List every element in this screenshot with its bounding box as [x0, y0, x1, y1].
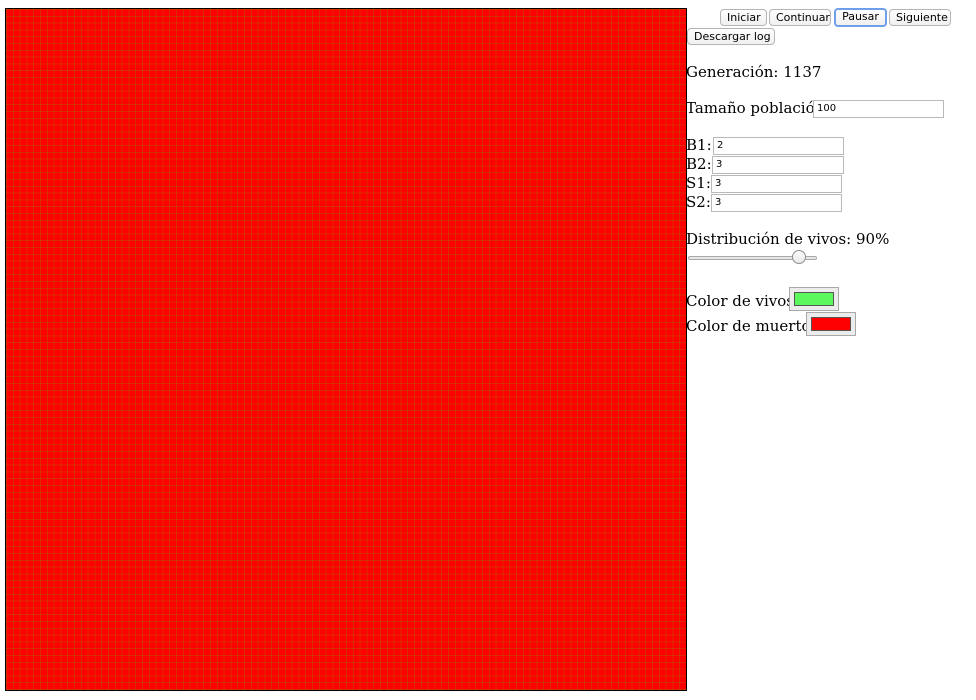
pause-button[interactable]: Pausar [834, 8, 887, 27]
distribution-slider-thumb[interactable] [791, 250, 806, 264]
dead-color-swatch [811, 317, 851, 331]
alive-color-picker[interactable] [789, 287, 839, 311]
start-button[interactable]: Iniciar [720, 9, 767, 26]
population-label: Tamaño población: [686, 99, 830, 117]
next-button[interactable]: Siguiente [889, 9, 951, 26]
s1-label: S1: [686, 174, 711, 192]
download-log-button[interactable]: Descargar log [687, 28, 775, 45]
alive-color-swatch [794, 292, 834, 306]
distribution-value: 90% [856, 230, 890, 248]
s2-input[interactable]: 3 [711, 194, 842, 212]
life-grid-canvas[interactable] [5, 8, 687, 691]
dead-color-label: Color de muertos: [686, 317, 824, 335]
distribution-label: Distribución de vivos: [686, 230, 852, 248]
generation-value: 1137 [783, 63, 822, 81]
alive-color-label: Color de vivos: [686, 292, 800, 310]
s2-label: S2: [686, 193, 711, 211]
s1-input[interactable]: 3 [711, 175, 842, 193]
b1-label: B1: [686, 136, 712, 154]
generation-counter: Generación: 1137 [686, 63, 821, 81]
population-size-input[interactable]: 100 [813, 100, 944, 118]
b2-input[interactable]: 3 [712, 156, 844, 174]
b2-label: B2: [686, 155, 712, 173]
distribution-readout: Distribución de vivos: 90% [686, 230, 889, 248]
continue-button[interactable]: Continuar [769, 9, 831, 26]
b1-input[interactable]: 2 [713, 137, 844, 155]
dead-color-picker[interactable] [806, 312, 856, 336]
generation-label: Generación: [686, 63, 779, 81]
